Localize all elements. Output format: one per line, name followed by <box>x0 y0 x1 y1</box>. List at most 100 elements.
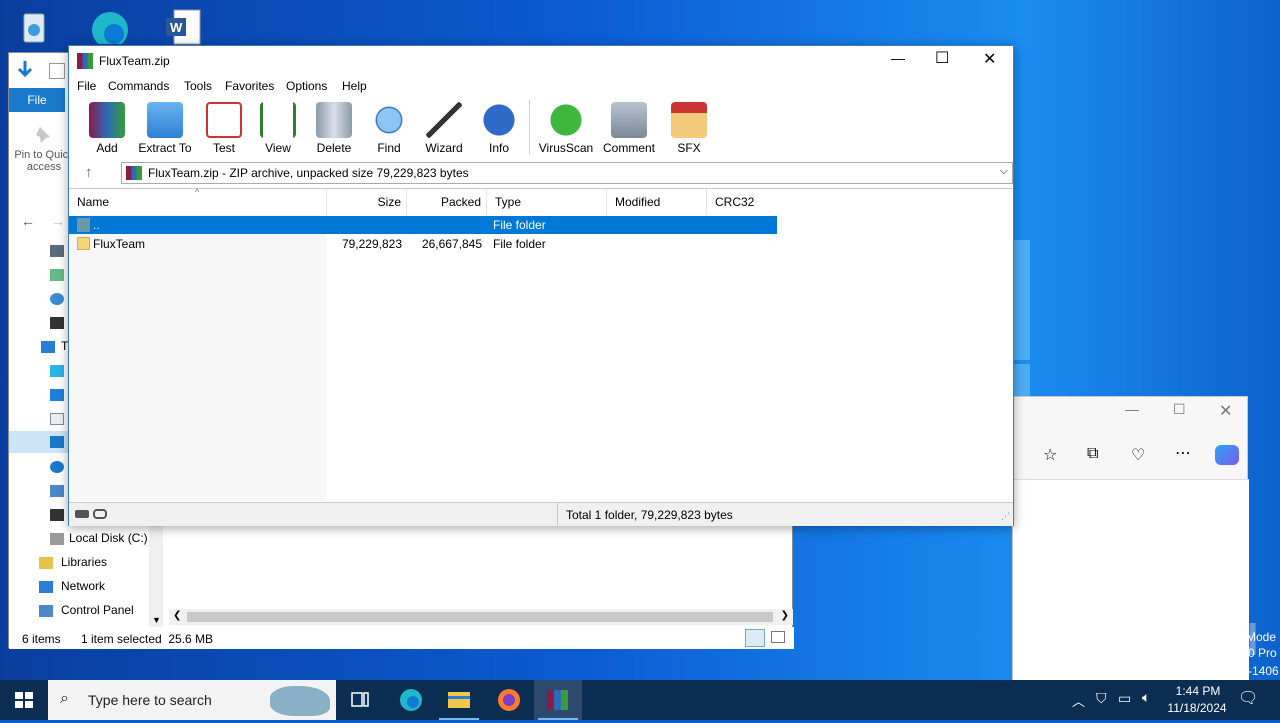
settings-nav-icon[interactable] <box>50 269 64 281</box>
nav-libraries[interactable]: Libraries <box>61 551 107 573</box>
search-box[interactable]: ⌕ Type here to search <box>48 680 336 720</box>
menu-help[interactable]: Help <box>342 79 367 93</box>
videos-icon[interactable] <box>50 509 64 521</box>
horizontal-scrollbar[interactable]: ❮ ❯ <box>169 609 793 625</box>
menu-file[interactable]: File <box>77 79 96 93</box>
large-icons-view-icon[interactable] <box>771 631 785 643</box>
clock-time[interactable]: 1:44 PM <box>1168 684 1228 698</box>
network-icon[interactable]: ▭ <box>1118 690 1131 707</box>
wizard-button[interactable]: Wizard <box>416 102 472 155</box>
properties-icon[interactable] <box>49 63 65 79</box>
volume-icon[interactable]: 🔈︎ <box>1142 689 1150 706</box>
test-button[interactable]: Test <box>196 102 252 155</box>
column-size[interactable]: Size <box>327 189 407 215</box>
column-type[interactable]: Type <box>487 189 607 215</box>
nav-control-panel[interactable]: Control Panel <box>61 599 134 621</box>
column-packed[interactable]: Packed <box>407 189 487 215</box>
status-divider <box>557 503 558 527</box>
minimize-icon[interactable]: — <box>1125 401 1139 417</box>
chevron-down-icon[interactable]: ⌵ <box>1000 165 1008 178</box>
info-button[interactable]: Info <box>471 102 527 155</box>
table-row[interactable]: .. File folder <box>69 216 777 234</box>
libraries-icon[interactable] <box>39 557 53 569</box>
recycle-bin-icon[interactable] <box>14 8 54 48</box>
scroll-left-icon[interactable]: ❮ <box>173 610 181 621</box>
comment-button[interactable]: Comment <box>601 102 657 155</box>
scroll-right-icon[interactable]: ❯ <box>781 610 789 621</box>
scroll-down-icon[interactable]: ▼ <box>152 615 161 625</box>
file-tab[interactable]: File <box>9 88 65 112</box>
path-dropdown[interactable]: FluxTeam.zip - ZIP archive, unpacked siz… <box>121 162 1013 184</box>
maximize-icon[interactable]: ☐ <box>935 48 949 68</box>
archive-icon <box>126 166 142 180</box>
key-icon[interactable] <box>93 509 107 519</box>
search-nav-icon[interactable] <box>50 293 64 305</box>
notifications-icon[interactable]: 🗨︎ <box>1238 688 1258 708</box>
down-arrow-icon[interactable] <box>15 59 35 81</box>
task-view-button[interactable] <box>336 680 384 720</box>
video-nav-icon[interactable] <box>50 317 64 329</box>
desktop-folder-icon[interactable] <box>50 389 64 401</box>
up-arrow-icon[interactable]: ↑ <box>85 164 93 181</box>
close-icon[interactable]: ✕ <box>983 49 996 69</box>
music-icon[interactable] <box>50 461 64 473</box>
extract-to-button[interactable]: Extract To <box>137 102 193 155</box>
parent-folder-icon <box>77 218 90 232</box>
menu-options[interactable]: Options <box>286 79 327 93</box>
add-button[interactable]: Add <box>79 102 135 155</box>
back-arrow-icon[interactable]: ← <box>21 213 35 229</box>
resize-grip-icon[interactable]: ⋰ <box>1001 511 1010 522</box>
column-crc32[interactable]: CRC32 <box>707 189 777 215</box>
minimize-icon[interactable]: — <box>891 50 905 66</box>
winrar-taskbar-icon[interactable] <box>534 680 582 720</box>
sfx-button[interactable]: SFX <box>661 102 717 155</box>
desktop-nav-icon[interactable] <box>50 245 64 257</box>
chevron-up-icon[interactable]: ︿ <box>1072 691 1085 710</box>
documents-icon[interactable] <box>50 413 64 425</box>
manatee-illustration-icon <box>270 686 330 716</box>
details-view-icon[interactable] <box>745 629 765 647</box>
edge-desktop-icon[interactable] <box>88 4 128 48</box>
browser-essentials-icon[interactable]: ♡ <box>1131 445 1145 465</box>
security-icon[interactable]: ⛉ <box>1096 690 1107 707</box>
local-disk-icon[interactable] <box>50 533 64 545</box>
table-row[interactable]: FluxTeam 79,229,823 26,667,845 File fold… <box>69 235 777 253</box>
search-placeholder: Type here to search <box>88 692 212 708</box>
start-button[interactable] <box>0 680 48 720</box>
copilot-icon[interactable] <box>1215 445 1239 465</box>
view-button[interactable]: View <box>250 102 306 155</box>
3d-objects-icon[interactable] <box>50 365 64 377</box>
clock-date[interactable]: 11/18/2024 <box>1164 701 1230 715</box>
word-document-icon[interactable]: W <box>164 6 204 46</box>
pictures-icon[interactable] <box>50 485 64 497</box>
menu-favorites[interactable]: Favorites <box>225 79 274 93</box>
menu-tools[interactable]: Tools <box>184 79 212 93</box>
file-list: Name ^ Size Packed Type Modified CRC32 .… <box>69 187 1013 501</box>
collections-icon[interactable]: ⧉ <box>1087 445 1098 463</box>
nav-network[interactable]: Network <box>61 575 105 597</box>
drive-icon[interactable] <box>75 510 89 518</box>
nav-local-disk[interactable]: Local Disk (C:) <box>69 527 148 549</box>
menu-bar: File Commands Tools Favorites Options He… <box>69 76 1013 96</box>
maximize-icon[interactable]: ☐ <box>1173 401 1186 418</box>
menu-commands[interactable]: Commands <box>108 79 169 93</box>
column-modified[interactable]: Modified <box>607 189 707 215</box>
winrar-status-bar: Total 1 folder, 79,229,823 bytes ⋰ <box>69 502 1013 527</box>
virusscan-button[interactable]: VirusScan <box>538 102 594 155</box>
forward-arrow-icon[interactable]: → <box>51 213 65 229</box>
this-pc-icon[interactable] <box>41 341 55 353</box>
scroll-thumb[interactable] <box>187 612 773 622</box>
network-icon[interactable] <box>39 581 53 593</box>
file-explorer-taskbar-icon[interactable] <box>435 680 483 720</box>
delete-button[interactable]: Delete <box>306 102 362 155</box>
favorites-star-icon[interactable]: ☆ <box>1043 445 1057 465</box>
control-panel-icon[interactable] <box>39 605 53 617</box>
close-icon[interactable]: ✕ <box>1219 401 1232 421</box>
edge-taskbar-icon[interactable] <box>387 680 435 720</box>
svg-text:W: W <box>170 20 183 35</box>
nav-scrollbar[interactable]: ▼ <box>149 523 163 627</box>
explorer-status-bar: 6 items 1 item selected 25.6 MB <box>9 627 794 649</box>
firefox-taskbar-icon[interactable] <box>485 680 533 720</box>
more-options-icon[interactable]: ⋯ <box>1175 443 1191 463</box>
find-button[interactable]: Find <box>361 102 417 155</box>
